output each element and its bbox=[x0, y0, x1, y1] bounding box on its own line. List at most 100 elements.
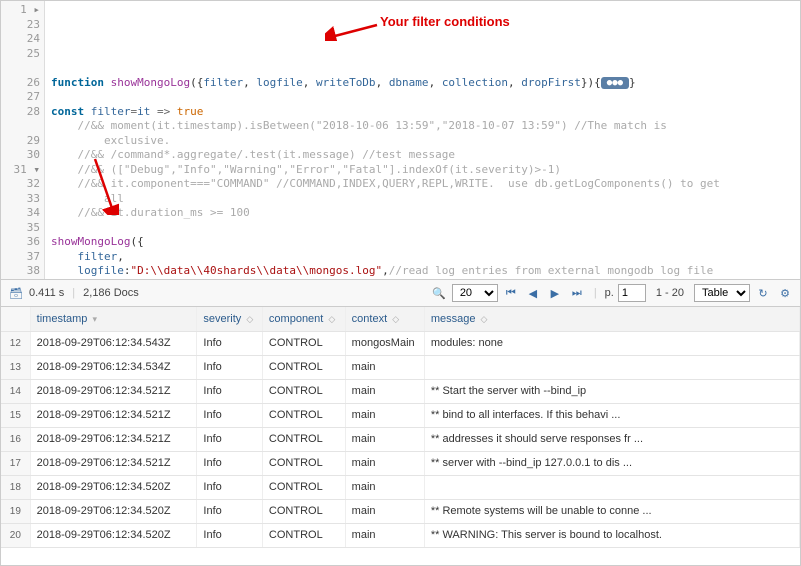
last-page-icon[interactable]: ⏭ bbox=[568, 284, 586, 302]
cell-severity: Info bbox=[197, 379, 263, 403]
cell-message: ** addresses it should serve responses f… bbox=[424, 427, 799, 451]
cell-severity: Info bbox=[197, 331, 263, 355]
col-severity[interactable]: severity ◇ bbox=[197, 307, 263, 331]
code-line[interactable]: logfile:"D:\\data\\40shards\\data\\mongo… bbox=[51, 264, 796, 279]
cell-severity: Info bbox=[197, 475, 263, 499]
results-table-wrap[interactable]: timestamp ▾severity ◇component ◇context … bbox=[1, 307, 800, 565]
rownum-cell: 19 bbox=[1, 499, 30, 523]
cell-timestamp: 2018-09-29T06:12:34.521Z bbox=[30, 427, 197, 451]
cell-message: ** WARNING: This server is bound to loca… bbox=[424, 523, 799, 547]
cell-component: CONTROL bbox=[262, 499, 345, 523]
cell-context: mongosMain bbox=[345, 331, 424, 355]
cell-component: CONTROL bbox=[262, 427, 345, 451]
code-line[interactable]: const filter=it => true bbox=[51, 105, 796, 120]
code-line[interactable]: all bbox=[51, 192, 796, 207]
cell-context: main bbox=[345, 499, 424, 523]
cell-context: main bbox=[345, 451, 424, 475]
results-table: timestamp ▾severity ◇component ◇context … bbox=[1, 307, 800, 548]
first-page-icon[interactable]: ⏮ bbox=[502, 284, 520, 302]
cell-timestamp: 2018-09-29T06:12:34.521Z bbox=[30, 451, 197, 475]
cell-component: CONTROL bbox=[262, 475, 345, 499]
cell-component: CONTROL bbox=[262, 355, 345, 379]
table-row[interactable]: 202018-09-29T06:12:34.520ZInfoCONTROLmai… bbox=[1, 523, 800, 547]
table-row[interactable]: 132018-09-29T06:12:34.534ZInfoCONTROLmai… bbox=[1, 355, 800, 379]
exec-time: 0.411 s bbox=[29, 287, 64, 299]
cell-message: ** Remote systems will be unable to conn… bbox=[424, 499, 799, 523]
table-row[interactable]: 182018-09-29T06:12:34.520ZInfoCONTROLmai… bbox=[1, 475, 800, 499]
rownum-cell: 17 bbox=[1, 451, 30, 475]
db-icon: 🗃 bbox=[7, 284, 25, 302]
cell-timestamp: 2018-09-29T06:12:34.521Z bbox=[30, 403, 197, 427]
prev-page-icon[interactable]: ◀ bbox=[524, 284, 542, 302]
rownum-cell: 15 bbox=[1, 403, 30, 427]
settings-icon[interactable]: ⚙ bbox=[776, 284, 794, 302]
cell-severity: Info bbox=[197, 451, 263, 475]
code-area[interactable]: Your filter conditions function showMong… bbox=[45, 1, 800, 279]
code-line[interactable]: //&& /command*.aggregate/.test(it.messag… bbox=[51, 148, 796, 163]
code-line[interactable] bbox=[51, 221, 796, 236]
code-line[interactable]: exclusive. bbox=[51, 134, 796, 149]
arrow-icon bbox=[325, 21, 380, 41]
rownum-header bbox=[1, 307, 30, 331]
cell-timestamp: 2018-09-29T06:12:34.520Z bbox=[30, 499, 197, 523]
table-row[interactable]: 142018-09-29T06:12:34.521ZInfoCONTROLmai… bbox=[1, 379, 800, 403]
page-input[interactable] bbox=[618, 284, 646, 302]
rownum-cell: 18 bbox=[1, 475, 30, 499]
cell-timestamp: 2018-09-29T06:12:34.534Z bbox=[30, 355, 197, 379]
view-mode-select[interactable]: Table bbox=[694, 284, 750, 302]
cell-component: CONTROL bbox=[262, 379, 345, 403]
table-row[interactable]: 172018-09-29T06:12:34.521ZInfoCONTROLmai… bbox=[1, 451, 800, 475]
code-line[interactable]: //&& it.duration_ms >= 100 bbox=[51, 206, 796, 221]
cell-severity: Info bbox=[197, 427, 263, 451]
table-row[interactable]: 152018-09-29T06:12:34.521ZInfoCONTROLmai… bbox=[1, 403, 800, 427]
cell-message: ** Start the server with --bind_ip bbox=[424, 379, 799, 403]
cell-timestamp: 2018-09-29T06:12:34.520Z bbox=[30, 475, 197, 499]
table-row[interactable]: 162018-09-29T06:12:34.521ZInfoCONTROLmai… bbox=[1, 427, 800, 451]
rownum-cell: 12 bbox=[1, 331, 30, 355]
rownum-cell: 13 bbox=[1, 355, 30, 379]
cell-severity: Info bbox=[197, 403, 263, 427]
cell-context: main bbox=[345, 475, 424, 499]
cell-message bbox=[424, 475, 799, 499]
code-line[interactable]: writeToDb: false, //write log events to … bbox=[51, 279, 796, 280]
cell-component: CONTROL bbox=[262, 331, 345, 355]
cell-context: main bbox=[345, 355, 424, 379]
code-editor[interactable]: 1 ▸232425262728293031 ▾32333435363738 Yo… bbox=[1, 1, 800, 279]
rownum-cell: 14 bbox=[1, 379, 30, 403]
cell-context: main bbox=[345, 403, 424, 427]
cell-context: main bbox=[345, 523, 424, 547]
col-timestamp[interactable]: timestamp ▾ bbox=[30, 307, 197, 331]
cell-timestamp: 2018-09-29T06:12:34.520Z bbox=[30, 523, 197, 547]
cell-timestamp: 2018-09-29T06:12:34.521Z bbox=[30, 379, 197, 403]
code-line[interactable]: //&& moment(it.timestamp).isBetween("201… bbox=[51, 119, 796, 134]
code-line[interactable]: filter, bbox=[51, 250, 796, 265]
cell-severity: Info bbox=[197, 499, 263, 523]
cell-message: ** server with --bind_ip 127.0.0.1 to di… bbox=[424, 451, 799, 475]
table-row[interactable]: 122018-09-29T06:12:34.543ZInfoCONTROLmon… bbox=[1, 331, 800, 355]
cell-timestamp: 2018-09-29T06:12:34.543Z bbox=[30, 331, 197, 355]
col-component[interactable]: component ◇ bbox=[262, 307, 345, 331]
refresh-icon[interactable]: ↻ bbox=[754, 284, 772, 302]
code-line[interactable]: //&& (["Debug","Info","Warning","Error",… bbox=[51, 163, 796, 178]
code-line[interactable]: showMongoLog({ bbox=[51, 235, 796, 250]
page-label: p. bbox=[605, 287, 614, 299]
rownum-cell: 16 bbox=[1, 427, 30, 451]
next-page-icon[interactable]: ▶ bbox=[546, 284, 564, 302]
cell-component: CONTROL bbox=[262, 451, 345, 475]
code-line[interactable]: //&& it.component==="COMMAND" //COMMAND,… bbox=[51, 177, 796, 192]
find-icon[interactable]: 🔍 bbox=[430, 284, 448, 302]
arrow-icon bbox=[89, 155, 119, 215]
cell-message: modules: none bbox=[424, 331, 799, 355]
cell-component: CONTROL bbox=[262, 523, 345, 547]
cell-context: main bbox=[345, 379, 424, 403]
code-line[interactable] bbox=[51, 90, 796, 105]
cell-severity: Info bbox=[197, 523, 263, 547]
page-size-select[interactable]: 20 bbox=[452, 284, 498, 302]
doc-count: 2,186 Docs bbox=[83, 287, 139, 299]
col-context[interactable]: context ◇ bbox=[345, 307, 424, 331]
cell-severity: Info bbox=[197, 355, 263, 379]
code-line[interactable]: function showMongoLog({filter, logfile, … bbox=[51, 76, 796, 91]
col-message[interactable]: message ◇ bbox=[424, 307, 799, 331]
table-row[interactable]: 192018-09-29T06:12:34.520ZInfoCONTROLmai… bbox=[1, 499, 800, 523]
cell-component: CONTROL bbox=[262, 403, 345, 427]
